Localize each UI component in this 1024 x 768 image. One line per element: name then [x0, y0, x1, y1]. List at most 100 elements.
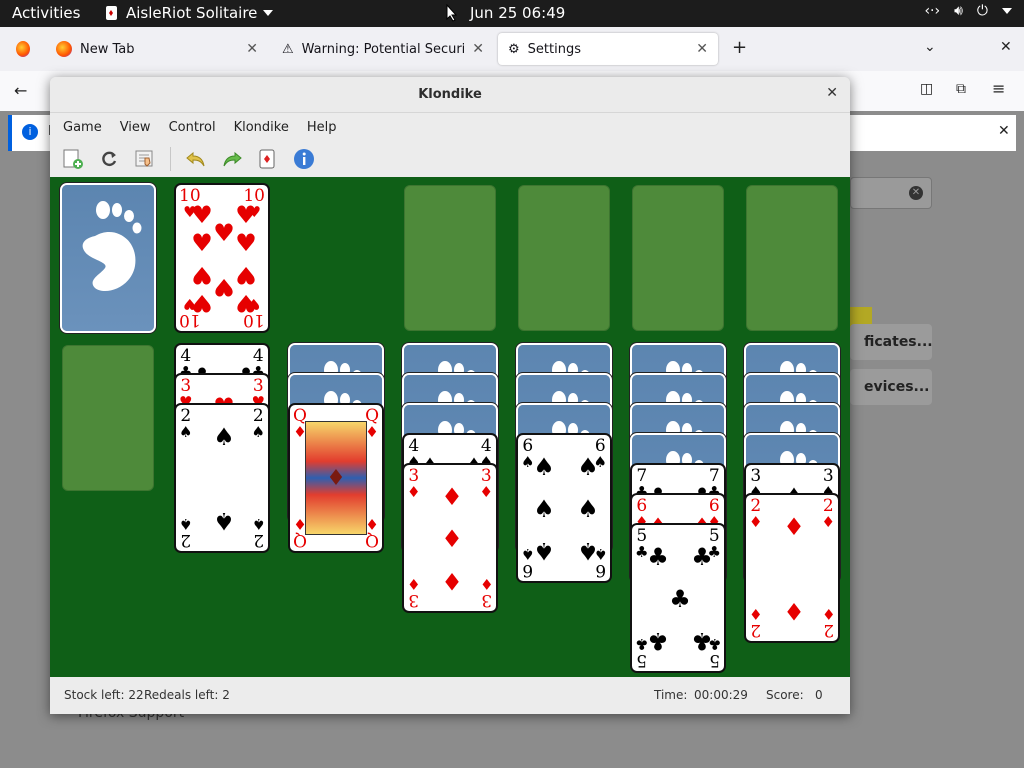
close-info-bar-icon[interactable]: ✕	[998, 123, 1010, 139]
card-corner-index: 2 ♠	[252, 408, 265, 441]
menu-bar: Game View Control Klondike Help	[50, 113, 850, 141]
tab-label: Settings	[527, 41, 581, 57]
foundation-slot[interactable]	[632, 185, 724, 331]
window-title-bar[interactable]: Klondike ✕	[50, 77, 850, 113]
diamonds-suit-icon: ♦	[821, 605, 835, 623]
tab-label: Warning: Potential Security R	[301, 41, 465, 57]
diamonds-suit-icon: ♦	[479, 575, 493, 593]
redo-icon[interactable]	[219, 146, 245, 172]
menu-view[interactable]: View	[111, 120, 160, 135]
new-tab-plus-icon[interactable]: +	[732, 37, 747, 58]
status-bar: Stock left: 22 Redeals left: 2 Time: 00:…	[50, 677, 850, 714]
diamonds-pip-icon: ♦	[783, 597, 805, 625]
security-devices-button[interactable]: evices...	[850, 369, 932, 405]
waste-card[interactable]: 10 ♥ 10 ♥ 10 ♥ 10 ♥ ♥ ♥ ♥ ♥ ♥ ♥ ♥ ♥ ♥ ♥	[174, 183, 270, 333]
diamonds-pip-icon: ♦	[441, 567, 463, 595]
tab-settings[interactable]: ⚙ Settings ✕	[498, 33, 718, 65]
game-board[interactable]: 10♥10♥10♥10♥♥♥♥♥♥♥♥♥♥♥4♣4♣4♣4♣♣♣♣♣3♥3♥3♥…	[50, 177, 850, 677]
tableau-empty-slot[interactable]	[62, 345, 154, 491]
menu-help[interactable]: Help	[298, 120, 346, 135]
hearts-pip-icon: ♥	[191, 289, 213, 317]
security-devices-label: evices...	[864, 379, 930, 395]
card-5-of-clubs[interactable]: 5 ♣ 5 ♣ 5 ♣ 5 ♣ ♣ ♣ ♣ ♣ ♣	[630, 523, 726, 673]
tab-new-tab[interactable]: New Tab ✕	[46, 33, 268, 65]
time-label: Time:	[654, 688, 688, 702]
firefox-pinned-tab[interactable]	[6, 33, 40, 65]
toolbar-separator	[170, 147, 171, 171]
card-3-of-diamonds[interactable]: 3 ♦ 3 ♦ 3 ♦ 3 ♦ ♦ ♦ ♦	[402, 463, 498, 613]
certificates-button[interactable]: ficates...	[850, 324, 933, 360]
close-tab-icon[interactable]: ✕	[696, 41, 708, 57]
close-icon[interactable]: ✕	[826, 85, 838, 101]
hearts-pip-icon: ♥	[235, 201, 257, 229]
menu-control[interactable]: Control	[160, 120, 225, 135]
stock-pile[interactable]	[60, 183, 156, 333]
tab-list-chevron-icon[interactable]: ⌄	[924, 39, 936, 55]
hearts-pip-icon: ♥	[235, 229, 257, 257]
hamburger-menu-icon[interactable]: ≡	[992, 79, 1005, 98]
hearts-pip-icon: ♥	[191, 261, 213, 289]
close-window-icon[interactable]: ✕	[1000, 39, 1012, 55]
restart-icon[interactable]	[96, 146, 122, 172]
spades-pip-icon: ♠	[533, 495, 555, 523]
system-tray[interactable]: ‹·› 🔊︎ ⏻	[924, 3, 1012, 19]
window-title: Klondike	[418, 87, 482, 102]
menu-klondike[interactable]: Klondike	[225, 120, 298, 135]
card-corner-index: 2 ♠	[179, 515, 192, 550]
spades-pip-icon: ♠	[577, 495, 599, 523]
hint-icon[interactable]	[255, 146, 281, 172]
card-rank: 3	[408, 590, 420, 610]
warning-icon: ⚠	[282, 41, 294, 57]
select-game-icon[interactable]	[132, 146, 158, 172]
activities-button[interactable]: Activities	[12, 4, 80, 22]
card-corner-index: 3 ♦	[479, 468, 493, 501]
diamonds-suit-icon: ♦	[821, 513, 835, 531]
card-corner-index: 3 ♦	[479, 575, 493, 610]
undo-icon[interactable]	[183, 146, 209, 172]
card-rank: Q	[365, 530, 379, 550]
spades-pip-icon: ♠	[533, 537, 555, 565]
firefox-icon	[16, 41, 30, 57]
card-corner-index: 2 ♦	[749, 605, 763, 640]
settings-search-input[interactable]: ✕	[850, 177, 932, 209]
close-tab-icon[interactable]: ✕	[472, 41, 484, 57]
mouse-pointer-icon	[446, 4, 458, 22]
tab-security-warning[interactable]: ⚠ Warning: Potential Security R ✕	[272, 33, 494, 65]
card-rank: 2	[750, 620, 762, 640]
info-icon: i	[22, 124, 38, 140]
pocket-icon[interactable]: ◫	[920, 81, 933, 97]
card-2-of-spades[interactable]: 2 ♠ 2 ♠ 2 ♠ 2 ♠ ♠ ♠	[174, 403, 270, 553]
diamonds-suit-icon: ♦	[749, 605, 763, 623]
stock-left-label: Stock left: 22	[64, 688, 144, 702]
card-2-of-diamonds[interactable]: 2 ♦ 2 ♦ 2 ♦ 2 ♦ ♦ ♦	[744, 493, 840, 643]
card-6-of-spades[interactable]: 6 ♠ 6 ♠ 6 ♠ 6 ♠ ♠ ♠ ♠ ♠ ♠ ♠	[516, 433, 612, 583]
clock[interactable]: Jun 25 06:49	[470, 4, 565, 22]
diamonds-pip-icon: ♦	[441, 483, 463, 511]
card-rank: 5	[636, 650, 648, 670]
foundation-slot[interactable]	[746, 185, 838, 331]
hearts-pip-icon: ♥	[213, 219, 235, 247]
close-tab-icon[interactable]: ✕	[246, 41, 258, 57]
clear-search-icon[interactable]: ✕	[909, 186, 923, 200]
clubs-pip-icon: ♣	[691, 627, 713, 655]
card-corner-index: 3 ♦	[407, 468, 420, 501]
hearts-pip-icon: ♥	[235, 289, 257, 317]
card-corner-index: Q ♦	[365, 515, 379, 550]
diamonds-suit-icon: ♦	[365, 515, 379, 533]
menu-game[interactable]: Game	[54, 120, 111, 135]
firefox-tab-strip: New Tab ✕ ⚠ Warning: Potential Security …	[0, 27, 1024, 71]
card-corner-index: 2 ♠	[179, 408, 192, 441]
diamonds-suit-icon: ♦	[479, 483, 493, 501]
aisleriot-app-icon	[106, 6, 117, 20]
foundation-slot[interactable]	[404, 185, 496, 331]
foundation-slot[interactable]	[518, 185, 610, 331]
card-queen-of-diamonds[interactable]: Q ♦ Q ♦ Q ♦ Q ♦ ♦	[288, 403, 384, 553]
app-menu-chevron-icon	[263, 10, 274, 16]
info-icon[interactable]	[291, 146, 317, 172]
score-value: 0	[815, 688, 823, 702]
power-icon: ⏻	[976, 3, 988, 19]
extensions-icon[interactable]: ⧉	[956, 81, 966, 97]
back-arrow-icon[interactable]: ←	[14, 81, 27, 100]
app-menu[interactable]: AisleRiot Solitaire	[104, 4, 274, 22]
new-game-icon[interactable]	[60, 146, 86, 172]
